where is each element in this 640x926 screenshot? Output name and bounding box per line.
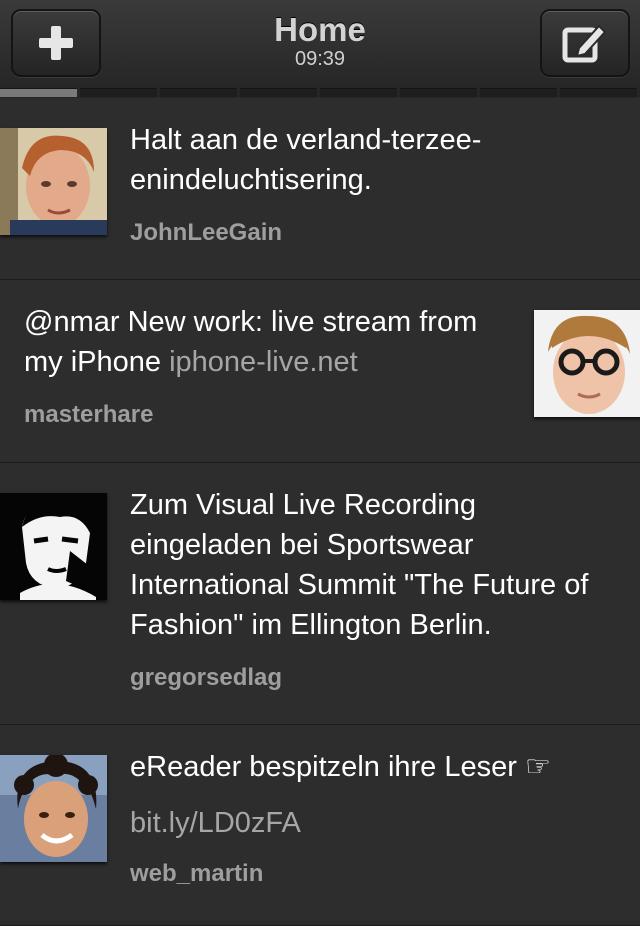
tab-5[interactable]: [320, 88, 397, 97]
tweet-author[interactable]: web_martin: [130, 860, 263, 888]
title-block: Home 09:39: [200, 10, 440, 71]
tab-7[interactable]: [480, 88, 557, 97]
add-account-button[interactable]: [11, 9, 101, 77]
tab-6[interactable]: [400, 88, 477, 97]
tweet-item[interactable]: eReader bespitzeln ihre Leser ☞ bit.ly/L…: [0, 725, 640, 926]
avatar[interactable]: [0, 128, 107, 235]
tab-8[interactable]: [560, 88, 637, 97]
avatar[interactable]: [0, 493, 107, 600]
tweet-item[interactable]: Zum Visual Live Recording eingeladen bei…: [0, 463, 640, 725]
avatar[interactable]: [534, 310, 640, 417]
tweet-text: Zum Visual Live Recording eingeladen bei…: [130, 489, 589, 641]
tab-4[interactable]: [240, 88, 317, 97]
tweet-link[interactable]: iphone-live.net: [169, 346, 358, 378]
avatar[interactable]: [0, 755, 107, 862]
tab-1[interactable]: [0, 88, 77, 97]
navigation-bar: Home 09:39: [0, 0, 640, 89]
tweet-author[interactable]: gregorsedlag: [130, 664, 282, 692]
page-title: Home: [274, 11, 366, 48]
tab-2[interactable]: [80, 88, 157, 97]
tab-3[interactable]: [160, 88, 237, 97]
tweet-author[interactable]: JohnLeeGain: [130, 219, 282, 247]
tweet-item[interactable]: @nmar New work: live stream from my iPho…: [0, 280, 640, 463]
tweet-link[interactable]: bit.ly/LD0zFA: [130, 803, 301, 843]
timeline-tabs: [0, 88, 640, 98]
timeline: Halt aan de verland-terzee-enindeluchtis…: [0, 98, 640, 926]
tweet-author[interactable]: masterhare: [24, 401, 153, 429]
compose-button[interactable]: [540, 9, 630, 77]
clock-time: 09:39: [294, 48, 346, 70]
tweet-text: Halt aan de verland-terzee-enindeluchtis…: [130, 124, 482, 196]
compose-icon: [562, 24, 607, 63]
plus-icon: [39, 26, 73, 60]
tweet-text: @nmar New work: live stream from my iPho…: [24, 306, 478, 378]
tweet-item[interactable]: Halt aan de verland-terzee-enindeluchtis…: [0, 98, 640, 280]
tweet-text: eReader bespitzeln ihre Leser ☞: [130, 751, 551, 783]
